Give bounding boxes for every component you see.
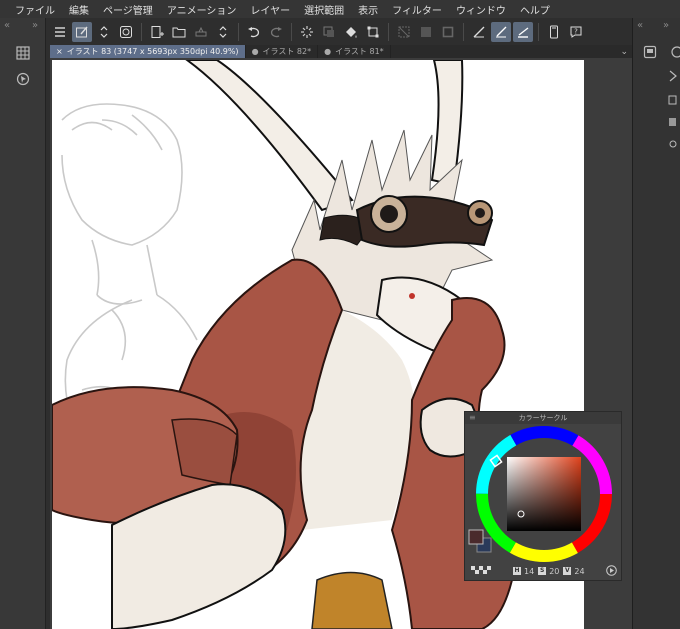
saturation-key: S: [538, 567, 547, 575]
svg-text:?: ?: [574, 28, 578, 36]
grid-panel-icon[interactable]: [14, 44, 32, 62]
tab-illust-81[interactable]: ● イラスト 81*: [318, 45, 391, 58]
saturation-value[interactable]: 20: [549, 567, 559, 576]
navigator-icon[interactable]: [14, 70, 32, 88]
menu-edit[interactable]: 編集: [62, 2, 96, 17]
transparency-icon[interactable]: [465, 566, 513, 576]
panel-menu-icon[interactable]: ≡: [469, 413, 476, 422]
side-icon-1[interactable]: [667, 70, 677, 85]
panel-circle-icon[interactable]: [669, 44, 680, 63]
menu-view[interactable]: 表示: [351, 2, 385, 17]
hsv-readout: H 14 S 20 V 24: [465, 564, 623, 578]
tabs-dropdown-icon[interactable]: ⌄: [620, 47, 628, 57]
layer-duplicate-icon[interactable]: [319, 22, 339, 42]
selection-border-icon[interactable]: [438, 22, 458, 42]
tab-label: イラスト 82*: [262, 47, 312, 56]
new-canvas-icon[interactable]: [147, 22, 167, 42]
invert-selection-icon[interactable]: [416, 22, 436, 42]
menu-help[interactable]: ヘルプ: [513, 2, 557, 17]
goggle-lens-left-inner: [380, 205, 398, 223]
unsaved-dot-icon: ●: [324, 47, 332, 56]
right-collapse-chevron[interactable]: «: [637, 20, 643, 31]
menu-animation[interactable]: アニメーション: [160, 2, 244, 17]
command-bar: ?: [50, 20, 630, 44]
side-icon-4[interactable]: [667, 138, 677, 153]
tab-label: イラスト 81*: [335, 47, 384, 56]
right-panel-strip: « »: [632, 18, 680, 629]
tab-illust-82[interactable]: ● イラスト 82*: [246, 45, 319, 58]
save-icon[interactable]: [191, 22, 211, 42]
up-down-icon[interactable]: [94, 22, 114, 42]
side-icon-2[interactable]: [667, 94, 677, 109]
brightness-value[interactable]: 24: [574, 567, 584, 576]
transform-icon[interactable]: [363, 22, 383, 42]
collapse-left-chevron[interactable]: «: [4, 20, 10, 31]
document-tabs: × イラスト 83 (3747 x 5693px 350dpi 40.9%) ●…: [50, 45, 632, 58]
fill-icon[interactable]: [341, 22, 361, 42]
redo-icon[interactable]: [266, 22, 286, 42]
menu-bar: ファイル 編集 ページ管理 アニメーション レイヤー 選択範囲 表示 フィルター…: [0, 0, 680, 18]
goggle-lens-right-inner: [475, 208, 485, 218]
loading-icon[interactable]: [297, 22, 317, 42]
panel-play-icon[interactable]: [606, 564, 617, 578]
color-wheel[interactable]: [465, 424, 623, 564]
layer-panel-icon[interactable]: [643, 44, 657, 63]
value-overlay: [507, 457, 581, 531]
clear-selection-icon[interactable]: [394, 22, 414, 42]
right-expand-chevron[interactable]: »: [663, 20, 669, 31]
help-icon[interactable]: ?: [566, 22, 586, 42]
panel-title: カラーサークル: [518, 414, 568, 422]
menu-page-management[interactable]: ページ管理: [96, 2, 160, 17]
menu-selection[interactable]: 選択範囲: [297, 2, 351, 17]
value-key: V: [563, 567, 572, 575]
toolbar-separator: [463, 23, 464, 41]
snap-grid-icon[interactable]: [513, 22, 533, 42]
side-icon-3[interactable]: [667, 116, 677, 131]
sketch-figure: [61, 103, 198, 421]
toolbar-separator: [538, 23, 539, 41]
sleeve-cuff: [171, 418, 238, 486]
tab-illust-83[interactable]: × イラスト 83 (3747 x 5693px 350dpi 40.9%): [50, 45, 246, 58]
tab-label: イラスト 83 (3747 x 5693px 350dpi 40.9%): [66, 47, 239, 56]
toolbar-separator: [238, 23, 239, 41]
left-panel-strip: « »: [0, 18, 46, 629]
toolbar-separator: [291, 23, 292, 41]
menu-window[interactable]: ウィンドウ: [449, 2, 513, 17]
toolbar-separator: [388, 23, 389, 41]
undo-icon[interactable]: [244, 22, 264, 42]
draw-mode-icon[interactable]: [72, 22, 92, 42]
snap-ruler-icon[interactable]: [469, 22, 489, 42]
menu-filter[interactable]: フィルター: [385, 2, 449, 17]
snap-special-ruler-icon[interactable]: [491, 22, 511, 42]
menu-file[interactable]: ファイル: [8, 2, 62, 17]
quick-access-icon[interactable]: [116, 22, 136, 42]
color-circle-panel[interactable]: ≡ カラーサークル H 14 S 20 V 24: [464, 411, 622, 581]
canvas-area[interactable]: ≡ カラーサークル H 14 S 20 V 24: [50, 58, 632, 629]
menu-icon[interactable]: [50, 22, 70, 42]
toolbar-separator: [141, 23, 142, 41]
smartphone-icon[interactable]: [544, 22, 564, 42]
menu-layer[interactable]: レイヤー: [243, 2, 297, 17]
close-tab-icon[interactable]: ×: [56, 47, 63, 56]
pants: [311, 571, 393, 629]
hue-value[interactable]: 14: [524, 567, 534, 576]
open-folder-icon[interactable]: [169, 22, 189, 42]
eye: [409, 293, 415, 299]
unsaved-dot-icon: ●: [251, 47, 259, 56]
panel-header[interactable]: ≡ カラーサークル: [465, 412, 621, 424]
expand-right-chevron[interactable]: »: [32, 20, 38, 31]
save-stepper-icon[interactable]: [213, 22, 233, 42]
main-color-swatch[interactable]: [468, 529, 484, 545]
hue-key: H: [513, 567, 521, 575]
left-ear: [185, 60, 354, 212]
